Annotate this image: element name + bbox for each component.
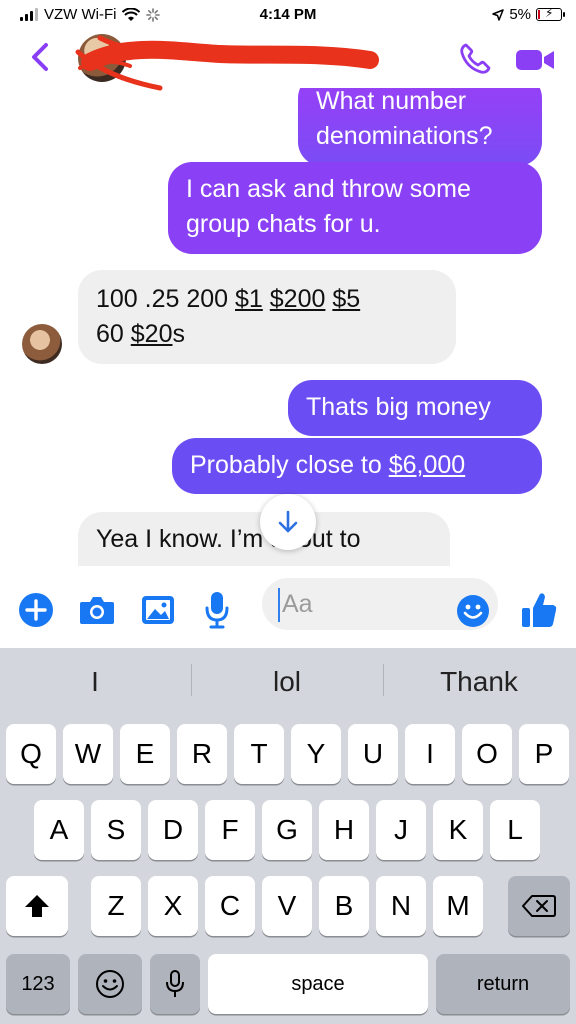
message-text: I can ask and throw some group chats for…	[186, 175, 471, 238]
conversation-header	[0, 30, 576, 91]
status-right: 5% ⚡	[492, 6, 565, 23]
text-caret	[278, 588, 280, 622]
message-text: Thats big money	[306, 393, 491, 421]
message-text: Probably close to	[190, 451, 389, 479]
battery-icon: ⚡	[536, 6, 565, 21]
key-t[interactable]: T	[234, 724, 284, 784]
thumbs-up-icon[interactable]	[520, 590, 558, 630]
suggestion-3[interactable]: Thank	[384, 666, 574, 698]
key-h[interactable]: H	[319, 800, 369, 860]
microphone-icon	[166, 970, 184, 997]
key-z[interactable]: Z	[91, 876, 141, 936]
numbers-key[interactable]: 123	[6, 954, 70, 1014]
key-m[interactable]: M	[433, 876, 483, 936]
message-list[interactable]: What number denominations? I can ask and…	[0, 88, 576, 566]
emoji-icon	[96, 970, 124, 998]
microphone-icon[interactable]	[204, 590, 230, 630]
message-bubble-outgoing[interactable]: What number denominations?	[298, 88, 542, 166]
back-button[interactable]	[28, 40, 52, 74]
status-bar: VZW Wi-Fi 4:14 PM 5% ⚡	[0, 0, 576, 30]
contact-avatar-small[interactable]	[22, 324, 62, 364]
keyboard: I lol Thank Q W E R T Y U I O P A S D F …	[0, 648, 576, 1024]
money-link[interactable]: $200	[270, 285, 326, 313]
key-w[interactable]: W	[63, 724, 113, 784]
money-link[interactable]: $20	[131, 320, 173, 348]
suggestion-2[interactable]: lol	[192, 666, 382, 698]
key-q[interactable]: Q	[6, 724, 56, 784]
key-i[interactable]: I	[405, 724, 455, 784]
money-link[interactable]: $6,000	[389, 451, 465, 479]
redaction-scribble	[75, 35, 379, 91]
key-r[interactable]: R	[177, 724, 227, 784]
message-bubble-outgoing[interactable]: Probably close to $6,000	[172, 438, 542, 494]
shift-key[interactable]	[6, 876, 68, 936]
key-j[interactable]: J	[376, 800, 426, 860]
key-u[interactable]: U	[348, 724, 398, 784]
composer-bar: Aa	[0, 566, 576, 648]
phone-icon[interactable]	[458, 42, 492, 76]
key-v[interactable]: V	[262, 876, 312, 936]
message-bubble-incoming[interactable]: 100 .25 200 $1 $200 $5 60 $20s	[78, 270, 456, 364]
message-input-placeholder: Aa	[282, 590, 313, 618]
emoji-icon[interactable]	[456, 594, 490, 628]
backspace-icon	[522, 895, 556, 917]
scroll-to-bottom-button[interactable]	[260, 494, 316, 550]
message-line-2: 60 $20s	[96, 320, 185, 348]
key-p[interactable]: P	[519, 724, 569, 784]
key-d[interactable]: D	[148, 800, 198, 860]
key-n[interactable]: N	[376, 876, 426, 936]
battery-percent: 5%	[509, 6, 531, 23]
camera-icon[interactable]	[78, 594, 116, 626]
space-key[interactable]: space	[208, 954, 428, 1014]
dictation-key[interactable]	[150, 954, 200, 1014]
delete-key[interactable]	[508, 876, 570, 936]
key-f[interactable]: F	[205, 800, 255, 860]
location-arrow-icon	[492, 8, 505, 21]
key-x[interactable]: X	[148, 876, 198, 936]
predictive-bar: I lol Thank	[0, 648, 576, 718]
money-link[interactable]: $1	[235, 285, 263, 313]
key-a[interactable]: A	[34, 800, 84, 860]
key-g[interactable]: G	[262, 800, 312, 860]
key-s[interactable]: S	[91, 800, 141, 860]
money-link[interactable]: $5	[332, 285, 360, 313]
shift-icon	[25, 895, 49, 917]
return-key[interactable]: return	[436, 954, 570, 1014]
message-line-1: 100 .25 200 $1 $200 $5	[96, 285, 361, 313]
key-b[interactable]: B	[319, 876, 369, 936]
plus-icon[interactable]	[18, 592, 54, 628]
video-camera-icon[interactable]	[514, 46, 556, 74]
message-text: Yea I know. I’m about to	[96, 525, 361, 553]
image-icon[interactable]	[140, 594, 176, 626]
key-y[interactable]: Y	[291, 724, 341, 784]
key-c[interactable]: C	[205, 876, 255, 936]
key-o[interactable]: O	[462, 724, 512, 784]
message-text: What number denominations?	[316, 88, 493, 150]
clock: 4:14 PM	[259, 6, 317, 23]
key-k[interactable]: K	[433, 800, 483, 860]
key-e[interactable]: E	[120, 724, 170, 784]
message-bubble-outgoing[interactable]: Thats big money	[288, 380, 542, 436]
arrow-down-icon	[278, 510, 298, 533]
key-l[interactable]: L	[490, 800, 540, 860]
emoji-keyboard-key[interactable]	[78, 954, 142, 1014]
suggestion-1[interactable]: I	[0, 666, 190, 698]
message-bubble-outgoing[interactable]: I can ask and throw some group chats for…	[168, 162, 542, 254]
